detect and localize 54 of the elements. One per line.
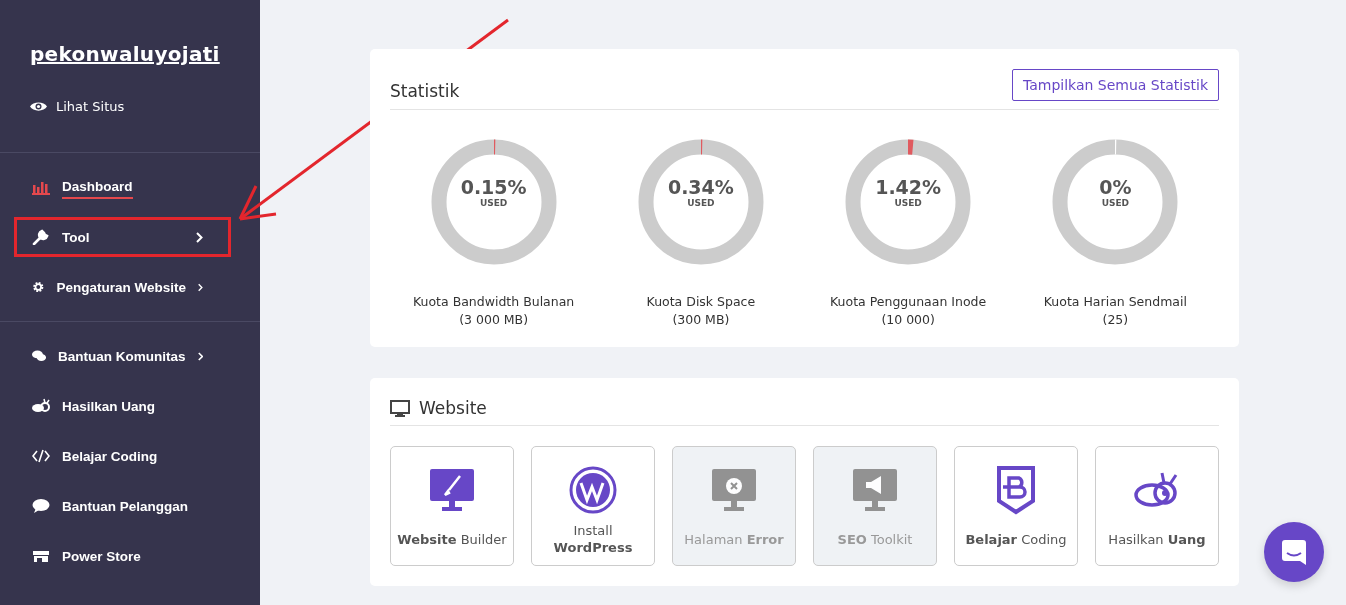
usage-percent: 0.15% [460,176,527,198]
quota-label: Kuota Bandwidth Bulanan [412,294,575,309]
view-site-link[interactable]: Lihat Situs [30,99,125,114]
chat-bubble-icon [32,498,50,514]
tool-tile[interactable]: Hasilkan Uang [1095,446,1219,566]
chevron-right-icon [196,231,203,243]
tool-tile[interactable]: Install WordPress [531,446,655,566]
monitor-icon [390,399,410,417]
gear-icon [32,279,45,295]
usage-percent: 0.34% [667,176,734,198]
store-icon [32,548,50,564]
chart-bars-icon [32,179,50,195]
quota-limit: (25) [1102,312,1129,327]
nav-item[interactable]: Tool [14,217,231,257]
usage-caption: USED [687,198,715,208]
tile-label: Website Builder [397,532,507,547]
tool-tile[interactable]: Belajar Coding [954,446,1078,566]
quota-limit: (10 000) [881,312,935,327]
quota-limit: (3 000 MB) [459,312,529,327]
nav-item[interactable]: Bantuan Komunitas [14,336,231,376]
nav-item[interactable]: Pengaturan Website [14,267,231,307]
usage-caption: USED [894,198,922,208]
eye-icon [30,101,47,112]
usage-caption: USED [1101,198,1130,208]
show-all-statistics-button[interactable]: Tampilkan Semua Statistik [1011,69,1219,101]
tool-tile[interactable]: Website Builder [390,446,514,566]
site-name-link[interactable]: pekonwaluyojati [30,42,220,66]
chat-button[interactable] [1264,522,1324,582]
nav-item[interactable]: Power Store [14,536,231,576]
wrench-icon [32,229,50,245]
usage-percent: 0% [1099,176,1132,198]
chat-bubbles-icon [32,348,47,364]
quota-label: Kuota Penggunaan Inode [830,294,987,309]
tile-label: SEO Toolkit [837,532,913,547]
nav-item[interactable]: Bantuan Pelanggan [14,486,231,526]
usage-percent: 1.42% [875,176,942,198]
chat-smile-icon [1282,539,1306,565]
code-icon [32,448,50,464]
nav-item[interactable]: Dashboard [14,167,231,207]
tile-label: Belajar Coding [965,532,1067,547]
bee-icon [32,398,50,414]
tile-label: Install [573,523,613,538]
tile-label: Halaman Error [684,532,784,547]
nav-item[interactable]: Belajar Coding [14,436,231,476]
quota-label: Kuota Disk Space [646,294,756,309]
chevron-right-icon [198,281,203,293]
usage-caption: USED [479,198,508,208]
nav-item[interactable]: Hasilkan Uang [14,386,231,426]
tile-label: Hasilkan Uang [1108,532,1206,547]
card-title: Website [419,398,487,418]
tile-label: WordPress [553,540,633,555]
chevron-right-icon [197,350,203,362]
quota-label: Kuota Harian Sendmail [1043,294,1187,309]
quota-limit: (300 MB) [672,312,730,327]
